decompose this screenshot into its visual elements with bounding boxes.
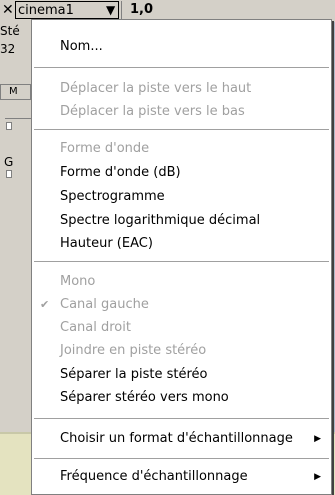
menu-item-spectrogram[interactable]: Spectrogramme xyxy=(32,186,331,208)
menu-item-join-stereo[interactable]: Joindre en piste stéréo xyxy=(32,340,331,362)
menu-item-log-spectrum[interactable]: Spectre logarithmique décimal xyxy=(32,210,331,232)
track-context-menu: Nom... Déplacer la piste vers le haut Dé… xyxy=(31,19,332,495)
pan-slider-handle[interactable] xyxy=(6,170,12,178)
menu-separator xyxy=(34,129,329,131)
menu-item-left-channel[interactable]: ✔ Canal gauche xyxy=(32,294,331,316)
submenu-arrow-icon: ▶ xyxy=(314,434,321,444)
menu-item-split-stereo-mono[interactable]: Séparer stéréo vers mono xyxy=(32,387,331,409)
gain-slider-track xyxy=(5,118,31,119)
track-name: cinema1 xyxy=(18,3,74,18)
close-track-icon[interactable]: ✕ xyxy=(2,3,14,17)
menu-separator xyxy=(34,458,329,460)
dropdown-arrow-icon: ▼ xyxy=(106,3,116,17)
menu-item-sample-rate[interactable]: Fréquence d'échantillonnage ▶ xyxy=(32,466,331,488)
gain-label: G xyxy=(4,155,14,169)
bitdepth-info-text: 32 xyxy=(0,42,16,56)
track-control-panel: Sté 32 M G xyxy=(0,22,31,432)
menu-separator xyxy=(34,67,329,69)
track-rate-readout: 1,0 xyxy=(121,1,161,19)
channel-info-text: Sté xyxy=(0,24,20,38)
menu-item-pitch[interactable]: Hauteur (EAC) xyxy=(32,233,331,255)
mute-button[interactable]: M xyxy=(0,84,31,100)
check-icon: ✔ xyxy=(40,298,50,311)
menu-item-right-channel[interactable]: Canal droit xyxy=(32,317,331,339)
menu-separator xyxy=(34,261,329,263)
track-name-dropdown[interactable]: cinema1 ▼ xyxy=(15,1,119,19)
menu-item-split-stereo[interactable]: Séparer la piste stéréo xyxy=(32,364,331,386)
menu-item-sample-format[interactable]: Choisir un format d'échantillonnage ▶ xyxy=(32,428,331,450)
menu-item-waveform-db[interactable]: Forme d'onde (dB) xyxy=(32,162,331,184)
menu-separator xyxy=(34,418,329,420)
menu-item-name[interactable]: Nom... xyxy=(32,36,331,58)
submenu-arrow-icon: ▶ xyxy=(314,472,321,482)
menu-item-mono[interactable]: Mono xyxy=(32,271,331,293)
gain-slider-handle[interactable] xyxy=(6,122,12,130)
menu-item-waveform[interactable]: Forme d'onde xyxy=(32,138,331,160)
menu-item-move-down[interactable]: Déplacer la piste vers le bas xyxy=(32,101,331,123)
menu-item-move-up[interactable]: Déplacer la piste vers le haut xyxy=(32,78,331,100)
